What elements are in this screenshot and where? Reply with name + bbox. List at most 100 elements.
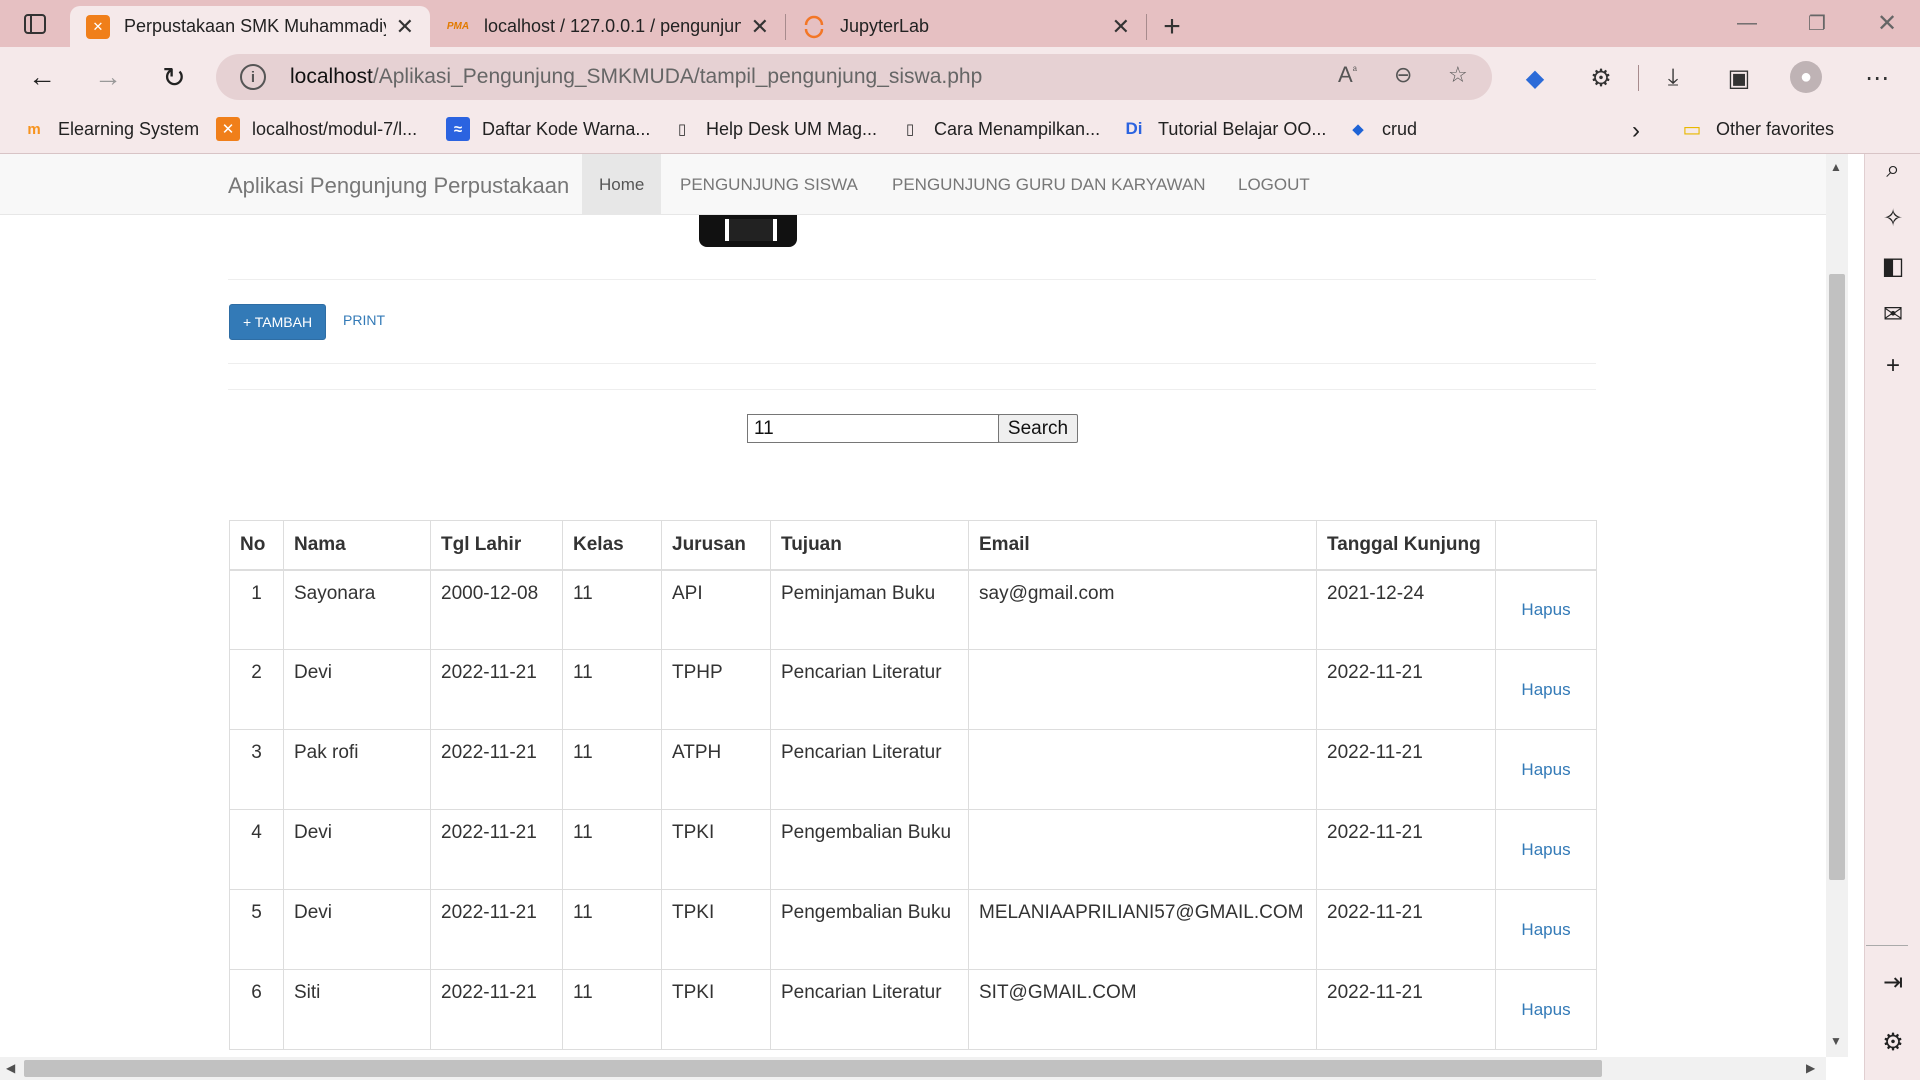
hide-sidebar-icon[interactable]: ⇥ [1877, 966, 1909, 998]
close-window-icon[interactable]: ✕ [1852, 0, 1920, 47]
url-text[interactable]: localhost/Aplikasi_Pengunjung_SMKMUDA/ta… [290, 65, 982, 89]
bookmark-crud[interactable]: ◆ crud [1346, 117, 1417, 141]
bookmark-cara-menampilkan[interactable]: ▯ Cara Menampilkan... [898, 117, 1100, 141]
cell-kelas: 11 [562, 969, 662, 1050]
add-favorite-icon[interactable]: ☆ [1448, 62, 1468, 88]
refresh-icon[interactable]: ↻ [154, 57, 194, 97]
scroll-down-icon[interactable]: ▼ [1830, 1034, 1842, 1048]
search-input[interactable]: 11 [747, 414, 999, 443]
bookmarks-overflow-chevron-icon[interactable]: › [1632, 117, 1640, 145]
search-button[interactable]: Search [998, 414, 1078, 443]
cell-tujuan: Pengembalian Buku [770, 889, 969, 970]
hapus-link[interactable]: Hapus [1495, 969, 1597, 1050]
xampp-icon: ✕ [216, 117, 240, 141]
app-brand[interactable]: Aplikasi Pengunjung Perpustakaan [228, 173, 569, 199]
web-page: Aplikasi Pengunjung Perpustakaan Home PE… [0, 154, 1826, 1057]
column-header-no: No [229, 520, 284, 571]
nav-logout[interactable]: LOGOUT [1221, 154, 1327, 215]
hapus-link[interactable]: Hapus [1495, 649, 1597, 730]
forward-icon[interactable]: → [88, 57, 128, 97]
vertical-scroll-thumb[interactable] [1829, 274, 1845, 880]
divider [228, 363, 1596, 364]
cell-tanggal-kunjung: 2022-11-21 [1316, 729, 1496, 810]
add-sidebar-app-icon[interactable]: + [1877, 350, 1909, 382]
bookmark-other-favorites[interactable]: ▭ Other favorites [1680, 117, 1835, 141]
scroll-right-icon[interactable]: ▶ [1806, 1061, 1815, 1075]
scroll-up-icon[interactable]: ▲ [1830, 160, 1842, 174]
minimize-icon[interactable]: — [1712, 0, 1782, 47]
zoom-out-icon[interactable]: ⊖ [1394, 62, 1412, 88]
address-bar[interactable]: i localhost/Aplikasi_Pengunjung_SMKMUDA/… [216, 54, 1492, 100]
site-info-icon[interactable]: i [240, 64, 266, 90]
hapus-link[interactable]: Hapus [1495, 569, 1597, 650]
new-tab-icon[interactable]: + [1147, 6, 1197, 47]
scroll-left-icon[interactable]: ◀ [6, 1061, 15, 1075]
print-link[interactable]: PRINT [343, 312, 385, 328]
cell-no: 1 [229, 569, 284, 650]
settings-gear-icon[interactable]: ⚙ [1877, 1026, 1909, 1058]
cell-no: 4 [229, 809, 284, 890]
divider [228, 279, 1596, 280]
cell-jurusan: ATPH [661, 729, 771, 810]
column-header-tujuan: Tujuan [770, 520, 969, 571]
downloads-icon[interactable]: ⤓ [1656, 61, 1690, 95]
cell-jurusan: TPKI [661, 969, 771, 1050]
bookmark-label: Daftar Kode Warna... [482, 118, 651, 139]
cell-tanggal-kunjung: 2022-11-21 [1316, 809, 1496, 890]
sidebar-divider [1866, 945, 1908, 946]
close-tab-icon[interactable]: ✕ [751, 14, 769, 40]
read-aloud-icon[interactable]: Aᵃ [1338, 62, 1357, 88]
column-header-jurusan: Jurusan [661, 520, 771, 571]
office-icon[interactable]: ◧ [1877, 250, 1909, 282]
outlook-icon[interactable]: ✉ [1877, 298, 1909, 330]
tab-title: localhost / 127.0.0.1 / pengunjun [484, 16, 741, 36]
bookmark-localhost-modul[interactable]: ✕ localhost/modul-7/l... [216, 117, 417, 141]
browser-tab-perpustakaan[interactable]: ✕ Perpustakaan SMK Muhammadiy ✕ [70, 6, 430, 47]
copilot-sparkle-icon[interactable]: ✧ [1877, 202, 1909, 234]
horizontal-scrollbar[interactable]: ◀ ▶ [0, 1057, 1826, 1080]
nav-pengunjung-guru-karyawan[interactable]: PENGUNJUNG GURU DAN KARYAWAN [875, 154, 1223, 215]
tab-actions-icon[interactable] [0, 0, 70, 47]
bookmark-tutorial-oop[interactable]: Di Tutorial Belajar OO... [1122, 117, 1327, 141]
extensions-icon[interactable]: ⚙ [1584, 61, 1618, 95]
close-tab-icon[interactable]: ✕ [396, 14, 414, 40]
cell-no: 5 [229, 889, 284, 970]
column-header-email: Email [968, 520, 1317, 571]
back-icon[interactable]: ← [22, 57, 62, 97]
jupyter-icon [802, 15, 826, 39]
cell-no: 2 [229, 649, 284, 730]
nav-home[interactable]: Home [582, 154, 662, 215]
horizontal-scroll-thumb[interactable] [24, 1060, 1602, 1077]
vertical-scrollbar[interactable]: ▲ ▼ [1826, 154, 1848, 1057]
close-tab-icon[interactable]: ✕ [1112, 14, 1130, 40]
math-solver-icon[interactable]: ▣ [1722, 61, 1756, 95]
profile-avatar-icon[interactable]: ● [1790, 61, 1822, 93]
column-header-nama: Nama [283, 520, 431, 571]
bookmarks-bar: m Elearning System ✕ localhost/modul-7/l… [0, 107, 1920, 154]
cell-email [968, 729, 1317, 810]
bookmark-help-desk[interactable]: ▯ Help Desk UM Mag... [670, 117, 877, 141]
hapus-link[interactable]: Hapus [1495, 729, 1597, 810]
bookmark-label: Other favorites [1716, 118, 1835, 139]
cell-tanggal-kunjung: 2022-11-21 [1316, 969, 1496, 1050]
search-icon[interactable]: ⌕ [1877, 154, 1909, 186]
restore-icon[interactable]: ❐ [1782, 0, 1852, 47]
cell-tanggal-kunjung: 2021-12-24 [1316, 569, 1496, 650]
bookmark-elearning[interactable]: m Elearning System [22, 117, 199, 141]
tab-title: JupyterLab [840, 16, 930, 36]
cell-kelas: 11 [562, 809, 662, 890]
nav-pengunjung-siswa[interactable]: PENGUNJUNG SISWA [663, 154, 875, 215]
hapus-link[interactable]: Hapus [1495, 889, 1597, 970]
cell-no: 3 [229, 729, 284, 810]
browser-tab-jupyterlab[interactable]: JupyterLab ✕ [786, 6, 1146, 47]
hapus-link[interactable]: Hapus [1495, 809, 1597, 890]
bookmark-kode-warna[interactable]: ≈ Daftar Kode Warna... [446, 117, 650, 141]
page-icon: ▯ [677, 121, 687, 138]
more-menu-icon[interactable]: ⋯ [1860, 61, 1894, 95]
cell-tujuan: Pencarian Literatur [770, 969, 969, 1050]
cell-email: MELANIAAPRILIANI57@GMAIL.COM [968, 889, 1317, 970]
extension-shield-icon[interactable]: ◆ [1518, 61, 1552, 95]
tambah-button[interactable]: + TAMBAH [229, 304, 326, 340]
browser-tab-phpmyadmin[interactable]: PMA localhost / 127.0.0.1 / pengunjun ✕ [430, 6, 785, 47]
bookmark-label: Tutorial Belajar OO... [1158, 118, 1327, 139]
